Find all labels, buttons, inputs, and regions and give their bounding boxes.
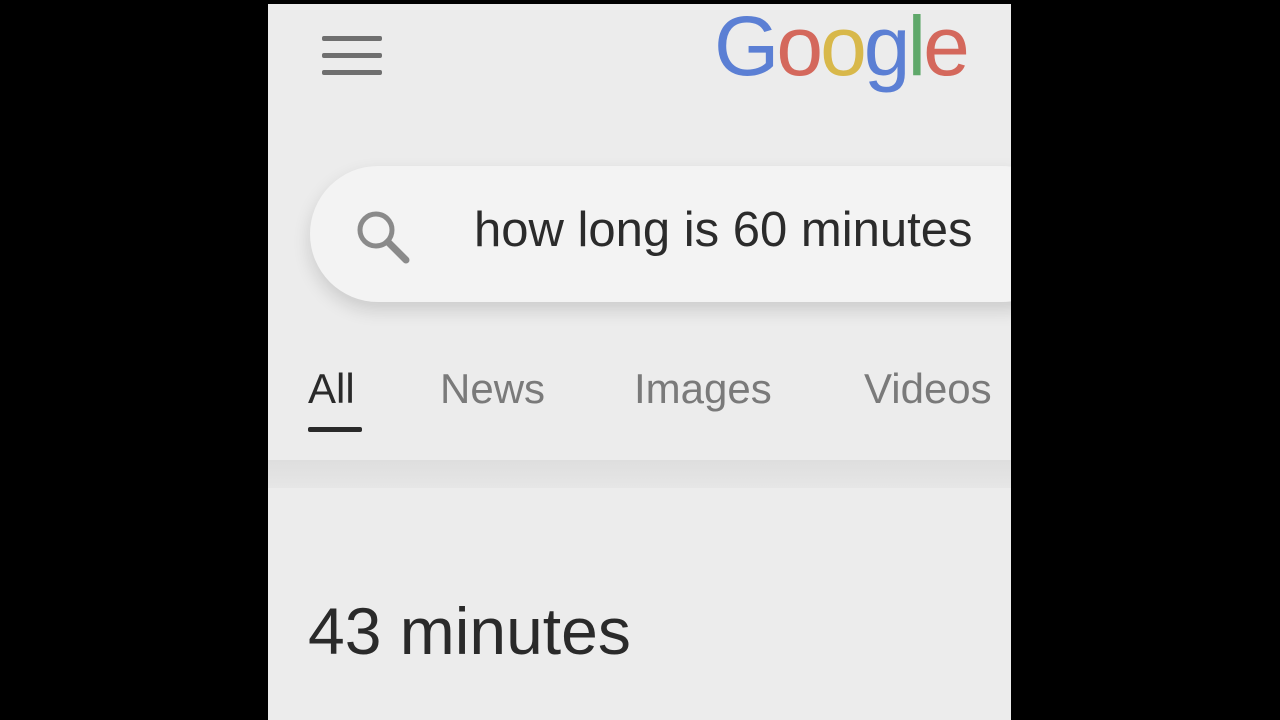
menu-bar-bottom — [322, 70, 382, 75]
tab-videos[interactable]: Videos — [864, 364, 992, 414]
logo-letter-g2: g — [863, 4, 911, 93]
search-icon[interactable] — [352, 206, 416, 270]
answer-text: 43 minutes — [308, 594, 631, 668]
menu-bar-top — [322, 36, 382, 41]
search-query-input[interactable]: how long is 60 minutes — [474, 201, 972, 260]
search-tabs: All News Images Videos — [268, 354, 1011, 454]
logo-letter-o2: o — [820, 4, 867, 93]
hamburger-menu-button[interactable] — [322, 34, 384, 80]
tab-news[interactable]: News — [440, 364, 545, 414]
menu-bar-middle — [322, 53, 382, 58]
logo-letter-l: l — [907, 4, 927, 93]
tab-all[interactable]: All — [308, 364, 355, 414]
section-divider — [268, 460, 1011, 488]
logo-letter-g1: G — [714, 4, 779, 93]
logo-letter-o1: o — [776, 4, 823, 93]
search-results-page: Google how long is 60 minutes All News I… — [268, 4, 1011, 720]
tab-images[interactable]: Images — [634, 364, 772, 414]
active-tab-indicator — [308, 427, 362, 432]
google-logo[interactable]: Google — [714, 4, 970, 88]
logo-letter-e: e — [923, 4, 970, 93]
